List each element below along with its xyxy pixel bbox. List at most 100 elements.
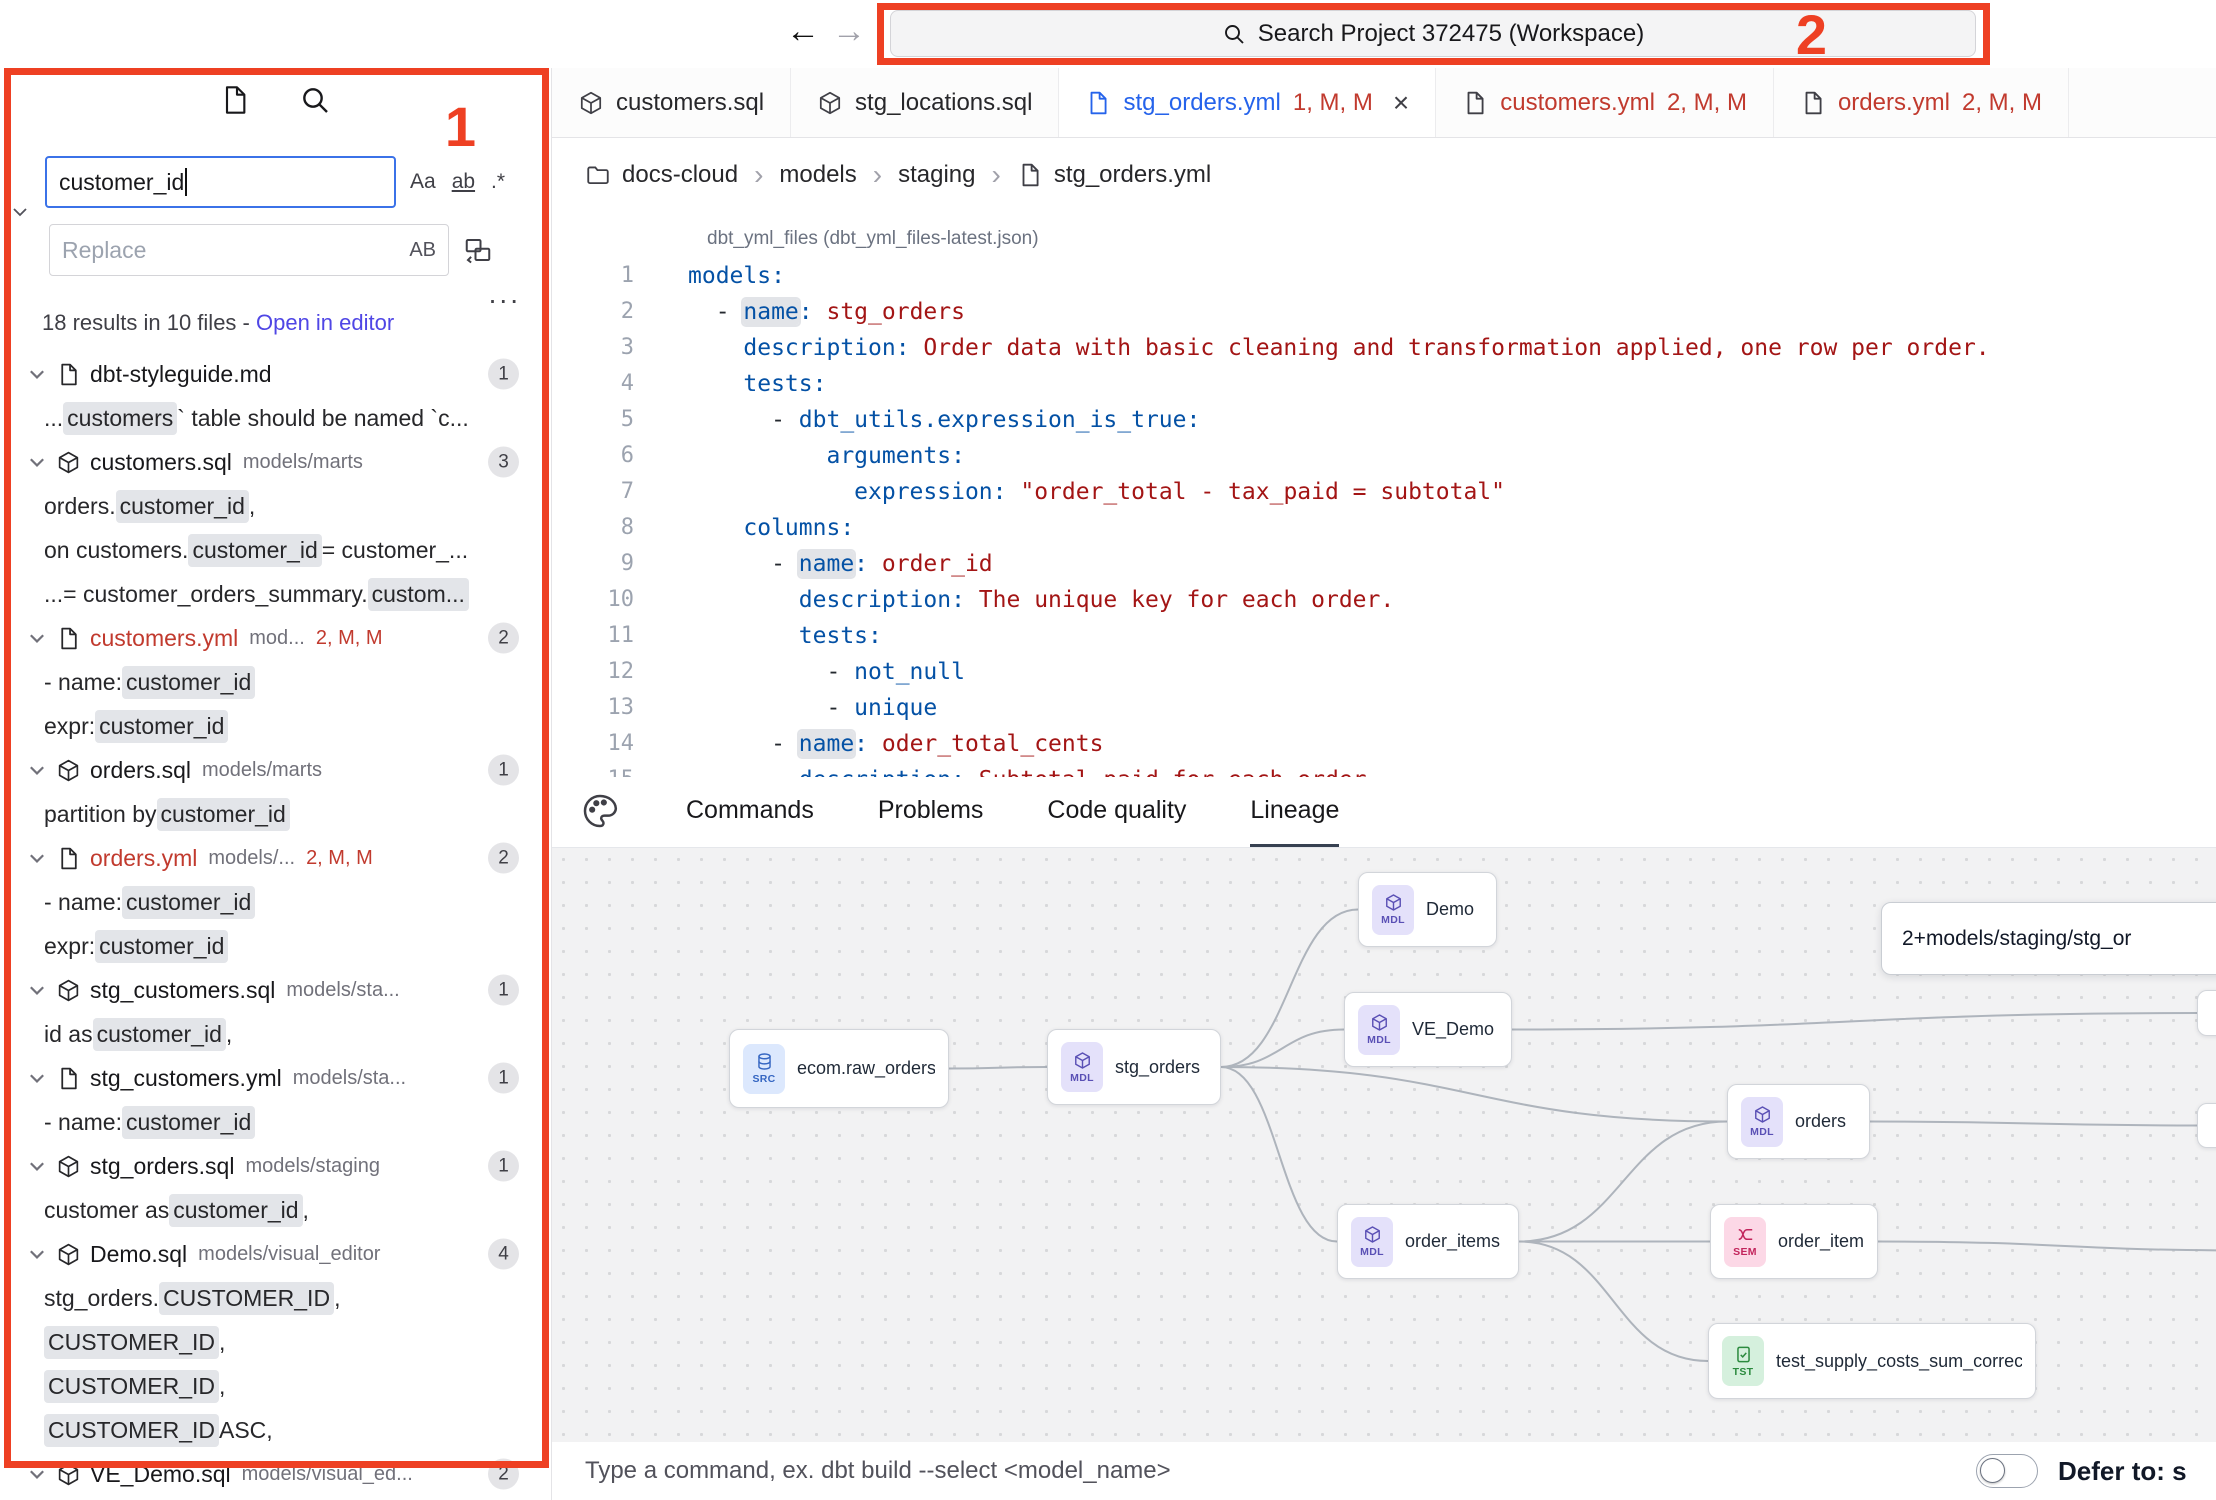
search-result-match[interactable]: partition by customer_id (0, 792, 551, 836)
results-summary: 18 results in 10 files - Open in editor (42, 310, 394, 336)
search-result-match[interactable]: orders.customer_id, (0, 484, 551, 528)
chevron-down-icon[interactable] (26, 1155, 48, 1177)
search-result-match[interactable]: - name: customer_id (0, 880, 551, 924)
toggle-replace-chevron-icon[interactable] (8, 200, 32, 224)
chevron-down-icon[interactable] (26, 627, 48, 649)
lineage-node-order_item[interactable]: SEMorder_item (1710, 1204, 1878, 1279)
search-result-match[interactable]: ...= customer_orders_summary.custom... (0, 572, 551, 616)
editor-tab[interactable]: customers.yml2, M, M (1436, 68, 1774, 137)
sem-chip-icon: SEM (1724, 1217, 1766, 1267)
search-result-match[interactable]: stg_orders.CUSTOMER_ID, (0, 1276, 551, 1320)
code-line: 4 tests: (552, 366, 2216, 402)
open-in-editor-link[interactable]: Open in editor (256, 310, 394, 335)
editor-tab[interactable]: customers.sql (552, 68, 791, 137)
panel-tab-commands[interactable]: Commands (686, 777, 814, 847)
search-result-match[interactable]: - name: customer_id (0, 660, 551, 704)
replace-all-icon[interactable] (463, 235, 493, 265)
regex-button[interactable]: .* (491, 170, 505, 194)
editor-tab[interactable]: stg_orders.yml1, M, M× (1059, 68, 1436, 137)
search-result-match[interactable]: CUSTOMER_ID, (0, 1320, 551, 1364)
find-input-value: customer_id (59, 169, 184, 196)
breadcrumb-item[interactable]: docs-cloud (585, 161, 738, 189)
defer-toggle[interactable] (1976, 1454, 2038, 1488)
search-result-match[interactable]: ...customers` table should be named `c..… (0, 396, 551, 440)
match-count-badge: 3 (488, 447, 519, 478)
code-line: 7 expression: "order_total - tax_paid = … (552, 474, 2216, 510)
code-line: 5 - dbt_utils.expression_is_true: (552, 402, 2216, 438)
search-result-file[interactable]: dbt-styleguide.md1 (0, 352, 551, 396)
chevron-down-icon[interactable] (26, 979, 48, 1001)
close-tab-icon[interactable]: × (1393, 89, 1409, 117)
code-line: 11 tests: (552, 618, 2216, 654)
breadcrumb-item[interactable]: models (779, 161, 856, 189)
lineage-selector-box[interactable]: 2+models/staging/stg_or (1881, 902, 2216, 975)
search-result-file[interactable]: Demo.sqlmodels/visual_editor4 (0, 1232, 551, 1276)
find-row: customer_id Aa ab .* (45, 156, 505, 208)
breadcrumb-item[interactable]: staging (898, 161, 975, 189)
search-result-match[interactable]: expr: customer_id (0, 704, 551, 748)
search-result-match[interactable]: CUSTOMER_ID, (0, 1364, 551, 1408)
search-result-match[interactable]: - name: customer_id (0, 1100, 551, 1144)
panel-tab-problems[interactable]: Problems (878, 777, 984, 847)
search-result-file[interactable]: stg_orders.sqlmodels/staging1 (0, 1144, 551, 1188)
forward-arrow-button[interactable]: → (832, 12, 866, 51)
search-result-file[interactable]: customers.ymlmod...2, M, M2 (0, 616, 551, 660)
chevron-down-icon[interactable] (26, 451, 48, 473)
lineage-node-orders[interactable]: MDLorders (1727, 1084, 1870, 1159)
whole-word-button[interactable]: ab (452, 170, 475, 194)
file-explorer-icon[interactable] (219, 84, 253, 118)
editor-tab[interactable]: stg_locations.sql (791, 68, 1059, 137)
lineage-node-partial[interactable] (2197, 1103, 2216, 1148)
editor-tab[interactable]: orders.yml2, M, M (1774, 68, 2069, 137)
search-result-match[interactable]: CUSTOMER_ID ASC, (0, 1408, 551, 1452)
breadcrumb: docs-cloud›models›staging›stg_orders.yml (552, 138, 2216, 212)
bottom-panel-tabs: Commands Problems Code quality Lineage (552, 777, 2216, 848)
chevron-down-icon[interactable] (26, 1067, 48, 1089)
chevron-down-icon[interactable] (26, 759, 48, 781)
breadcrumb-separator: › (873, 159, 882, 191)
search-result-file[interactable]: orders.ymlmodels/...2, M, M2 (0, 836, 551, 880)
breadcrumb-item[interactable]: stg_orders.yml (1017, 161, 1211, 189)
command-input[interactable]: Type a command, ex. dbt build --select <… (585, 1457, 1171, 1485)
chevron-down-icon[interactable] (26, 847, 48, 869)
search-result-file[interactable]: customers.sqlmodels/marts3 (0, 440, 551, 484)
lineage-graph[interactable]: SRCecom.raw_orders MDLstg_orders MDLDemo MD… (552, 848, 2216, 1442)
file-icon (1017, 162, 1043, 188)
lineage-node-demo[interactable]: MDLDemo (1358, 872, 1497, 947)
chevron-down-icon[interactable] (26, 1243, 48, 1265)
search-result-match[interactable]: id as customer_id, (0, 1012, 551, 1056)
preserve-case-button[interactable]: AB (409, 239, 436, 262)
palette-icon[interactable] (580, 791, 622, 833)
lineage-node-stg_orders[interactable]: MDLstg_orders (1047, 1029, 1221, 1105)
line-number: 5 (552, 402, 634, 438)
replace-input[interactable]: Replace AB (49, 224, 449, 276)
lineage-node-src[interactable]: SRCecom.raw_orders (729, 1029, 949, 1108)
chevron-down-icon[interactable] (26, 363, 48, 385)
search-result-match[interactable]: on customers.customer_id = customer_... (0, 528, 551, 572)
match-case-button[interactable]: Aa (410, 170, 436, 194)
lineage-node-test[interactable]: TSTtest_supply_costs_sum_correctly (1708, 1323, 2036, 1399)
mdl-chip-icon: MDL (1351, 1217, 1393, 1267)
lineage-node-order_items[interactable]: MDLorder_items (1337, 1204, 1519, 1279)
search-result-match[interactable]: expr: customer_id (0, 924, 551, 968)
lineage-node-ve_demo[interactable]: MDLVE_Demo (1344, 992, 1512, 1067)
search-result-file[interactable]: stg_customers.sqlmodels/sta...1 (0, 968, 551, 1012)
project-search-button[interactable]: Search Project 372475 (Workspace) (890, 10, 1976, 57)
more-actions-button[interactable]: ... (489, 278, 521, 310)
search-result-file[interactable]: stg_customers.ymlmodels/sta...1 (0, 1056, 551, 1100)
panel-tab-lineage[interactable]: Lineage (1250, 777, 1339, 847)
code-lines: 1models:2 - name: stg_orders3 descriptio… (552, 258, 2216, 777)
search-result-file[interactable]: VE_Demo.sqlmodels/visual_ed...2 (0, 1452, 551, 1496)
find-input[interactable]: customer_id (45, 156, 396, 208)
model-cube-icon (56, 1154, 81, 1179)
file-icon (1462, 90, 1488, 116)
chevron-down-icon[interactable] (26, 1463, 48, 1485)
search-view-icon[interactable] (299, 84, 333, 118)
code-editor[interactable]: dbt_yml_files (dbt_yml_files-latest.json… (552, 212, 2216, 777)
search-result-file[interactable]: orders.sqlmodels/marts1 (0, 748, 551, 792)
back-arrow-button[interactable]: ← (786, 12, 820, 51)
search-result-match[interactable]: customer as customer_id, (0, 1188, 551, 1232)
lineage-node-partial[interactable] (2197, 990, 2216, 1036)
code-line: 1models: (552, 258, 2216, 294)
panel-tab-code-quality[interactable]: Code quality (1047, 777, 1186, 847)
